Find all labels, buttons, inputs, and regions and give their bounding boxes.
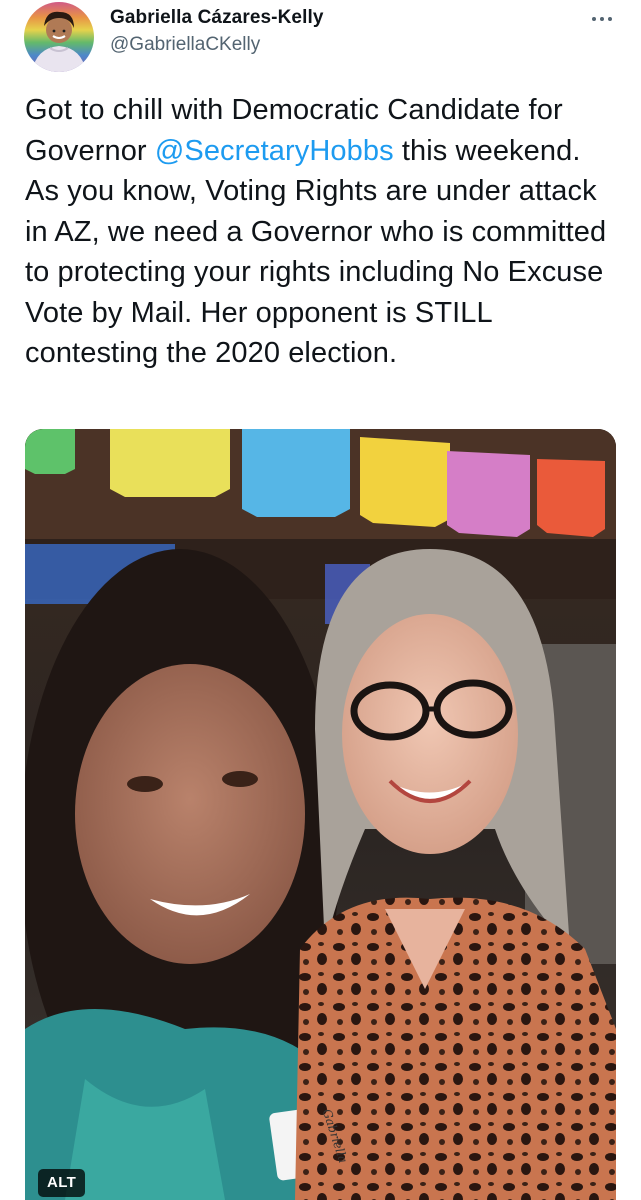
alt-text-button[interactable]: ALT <box>38 1169 86 1197</box>
more-dot <box>600 17 604 21</box>
more-options-button[interactable] <box>582 4 622 34</box>
author-handle[interactable]: @GabriellaCKelly <box>110 34 324 56</box>
more-horizontal-icon <box>592 17 596 21</box>
photo-image <box>25 429 616 1200</box>
author-display-name[interactable]: Gabriella Cázares-Kelly <box>110 7 324 29</box>
tweet-header: Gabriella Cázares-Kelly @GabriellaCKelly <box>22 0 622 80</box>
tweet-text-end: this weekend. As you know, Voting Rights… <box>25 134 607 370</box>
author-info: Gabriella Cázares-Kelly @GabriellaCKelly <box>110 7 324 56</box>
tweet-text: Got to chill with Democratic Candidate f… <box>25 90 615 374</box>
tweet-card: Gabriella Cázares-Kelly @GabriellaCKelly… <box>0 0 641 1200</box>
avatar[interactable] <box>24 2 94 72</box>
tweet-photo[interactable]: Gabriella ALT <box>25 429 616 1200</box>
mention-link[interactable]: @SecretaryHobbs <box>155 135 394 167</box>
more-dot <box>608 17 612 21</box>
